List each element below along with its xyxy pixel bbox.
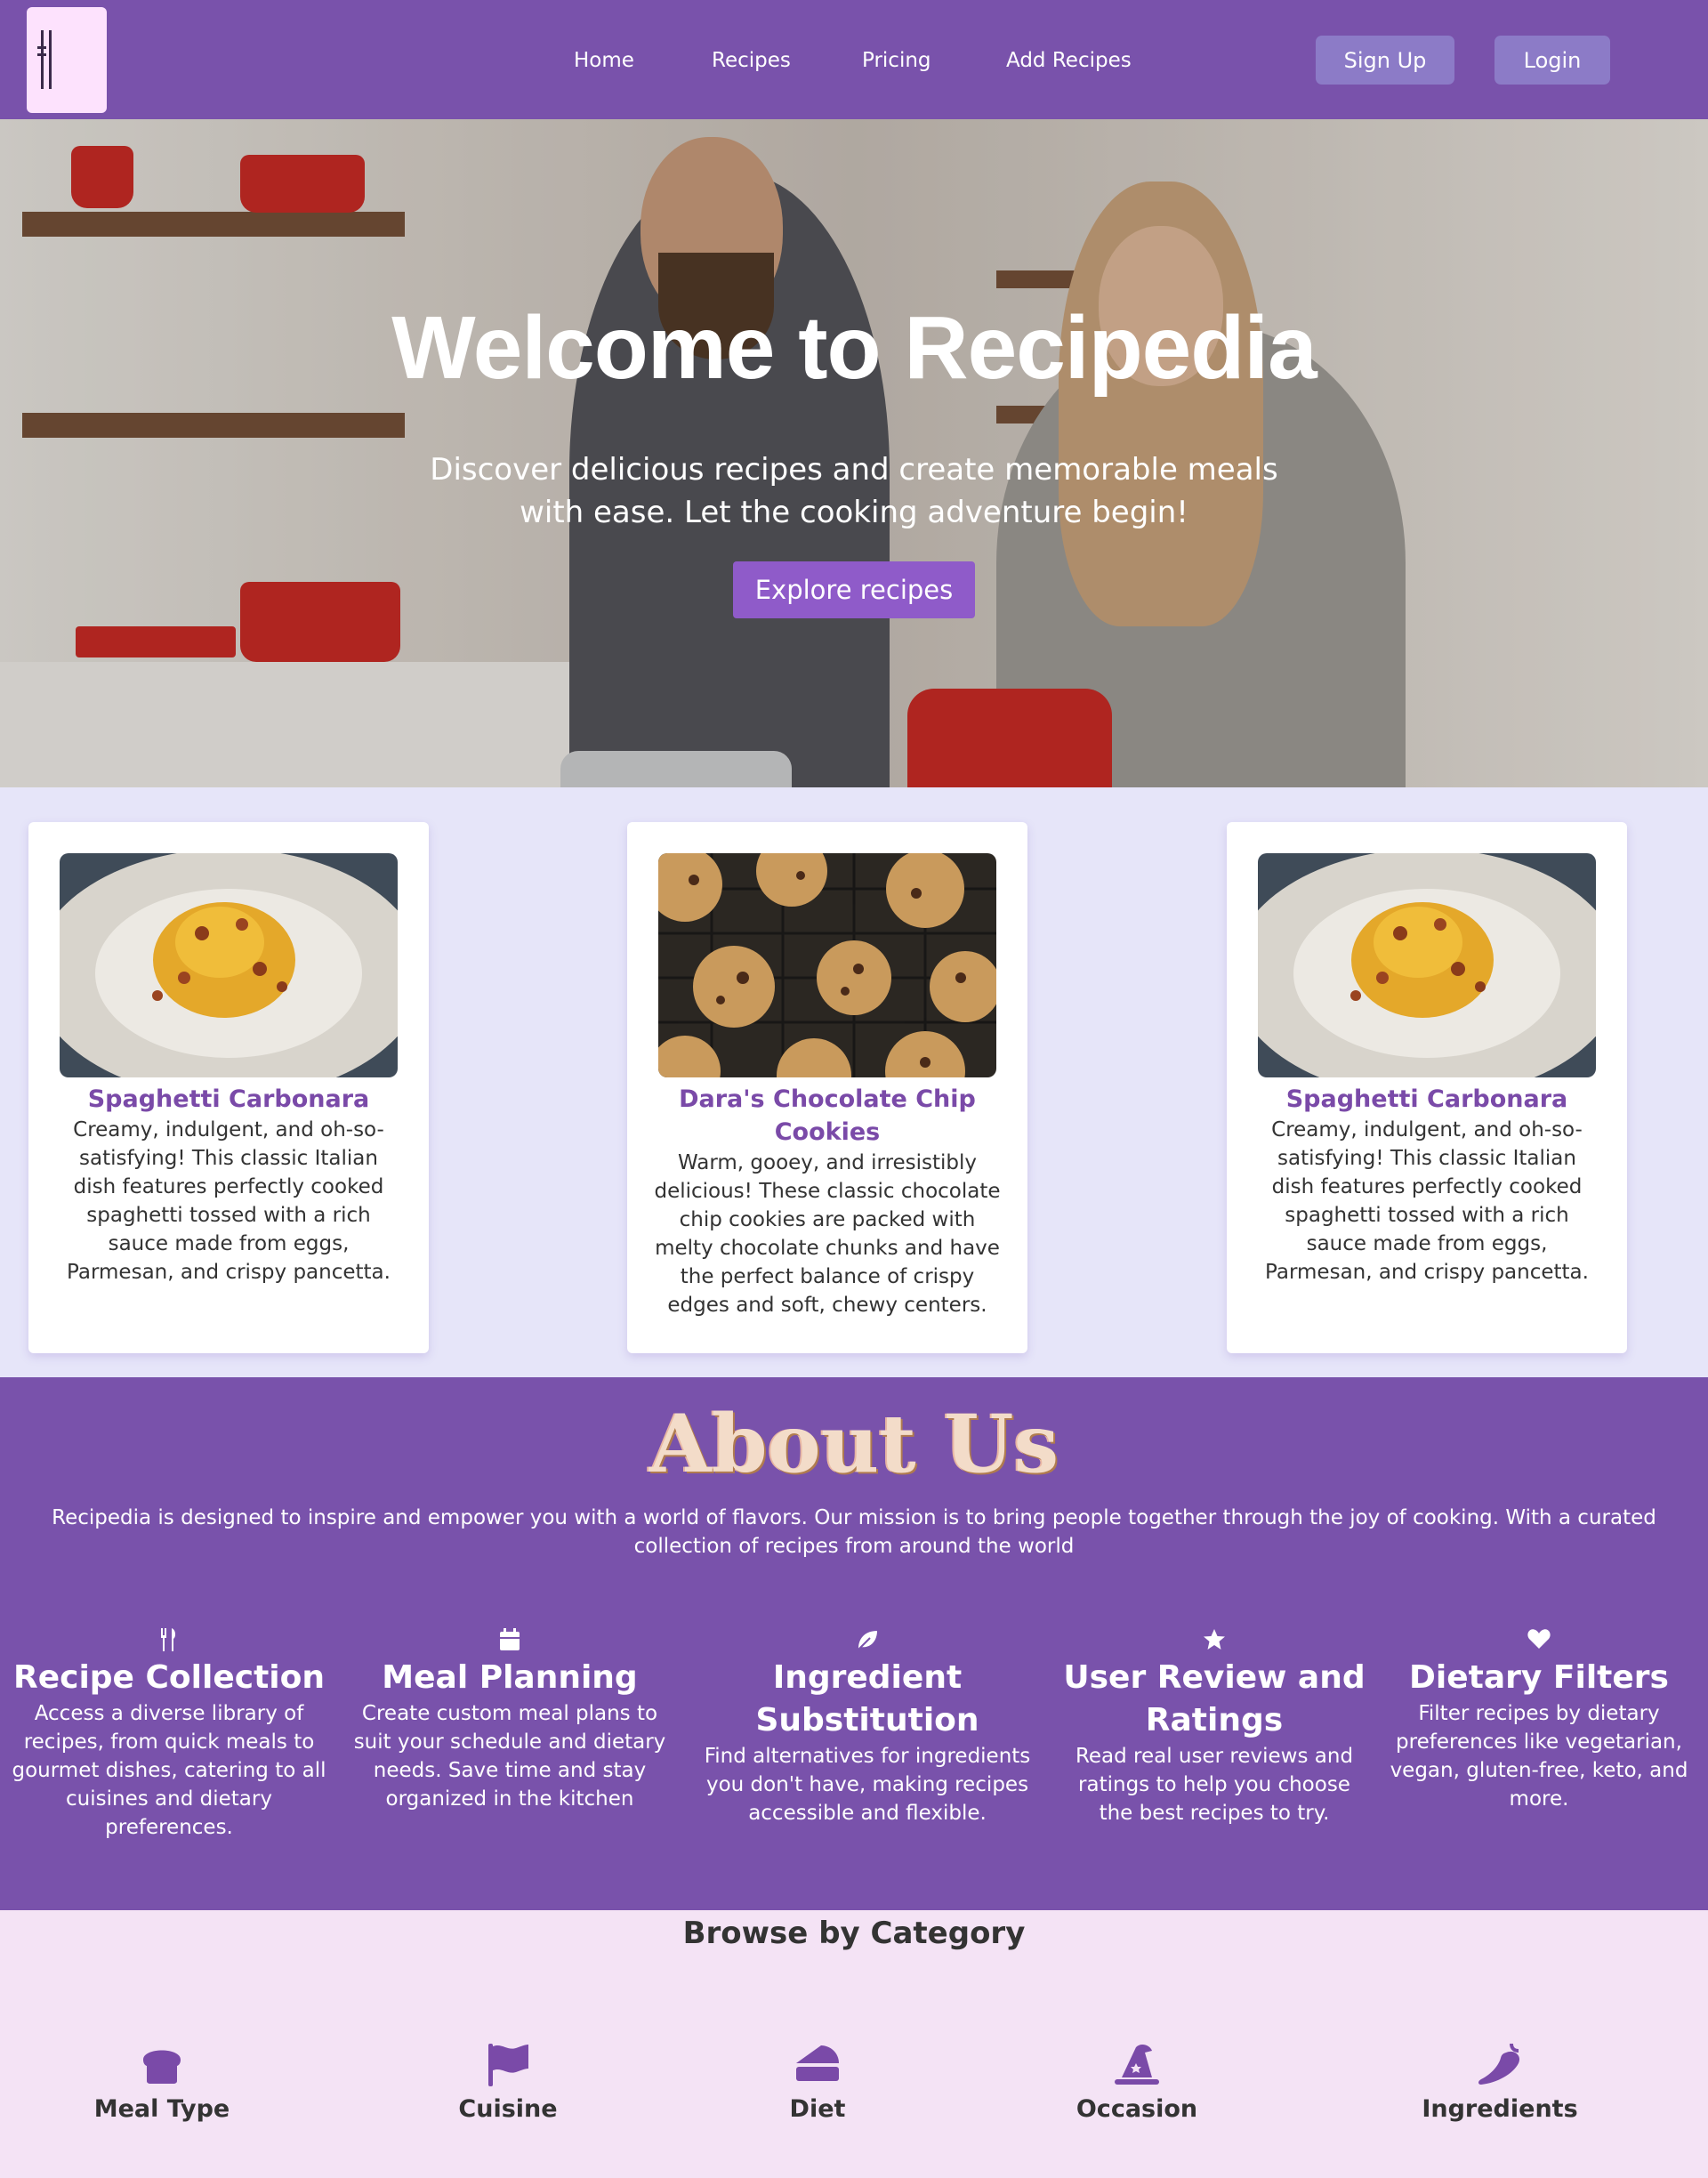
browse-section: Browse by Category Meal Type Cuisine Die… [0, 1910, 1708, 2178]
calendar-icon [350, 1628, 670, 1655]
bread-icon [55, 2042, 269, 2086]
feature-title: Dietary Filters [1409, 1659, 1669, 1696]
recipe-image[interactable] [658, 853, 996, 1077]
feature-user-reviews: User Review and Ratings Read real user r… [1063, 1628, 1366, 1827]
chopsticks-icon [37, 30, 52, 89]
star-icon [1063, 1628, 1366, 1655]
about-text: Recipedia is designed to inspire and emp… [52, 1506, 1656, 1558]
category-label[interactable]: Ingredients [1393, 2095, 1607, 2123]
featured-recipes: Spaghetti Carbonara Creamy, indulgent, a… [0, 787, 1708, 1377]
feature-description: Access a diverse library of recipes, fro… [12, 1702, 326, 1839]
leaf-icon [685, 1628, 1050, 1655]
about-title: About Us [649, 1397, 1059, 1491]
feature-title: User Review and Ratings [1063, 1659, 1366, 1738]
feature-recipe-collection: Recipe Collection Access a diverse libra… [0, 1628, 338, 1842]
navbar: Home Recipes Pricing Add Recipes Sign Up… [0, 0, 1708, 119]
hero-subtitle: Discover delicious recipes and create me… [430, 452, 1278, 530]
recipe-title[interactable]: Spaghetti Carbonara [1245, 1083, 1609, 1116]
browse-title: Browse by Category [682, 1916, 1026, 1951]
cake-slice-icon [711, 2042, 924, 2086]
signup-button[interactable]: Sign Up [1316, 36, 1454, 85]
recipe-description: Creamy, indulgent, and oh-so-satisfying!… [67, 1118, 391, 1284]
nav-recipes[interactable]: Recipes [712, 49, 791, 72]
category-diet[interactable]: Diet [711, 2042, 924, 2123]
logo[interactable] [27, 7, 107, 113]
category-label[interactable]: Occasion [1030, 2095, 1244, 2123]
feature-title: Meal Planning [382, 1659, 638, 1696]
category-occasion[interactable]: Occasion [1030, 2042, 1244, 2123]
recipe-image[interactable] [60, 853, 398, 1077]
nav-add-recipes[interactable]: Add Recipes [1006, 49, 1132, 72]
recipe-description: Warm, gooey, and irresistibly delicious!… [654, 1151, 1001, 1317]
category-label[interactable]: Diet [711, 2095, 924, 2123]
nav-pricing[interactable]: Pricing [862, 49, 931, 72]
feature-meal-planning: Meal Planning Create custom meal plans t… [350, 1628, 670, 1813]
hero-section: Welcome to Recipedia Discover delicious … [0, 119, 1708, 787]
wizard-hat-icon [1030, 2042, 1244, 2086]
recipe-card[interactable]: Spaghetti Carbonara Creamy, indulgent, a… [1227, 822, 1627, 1353]
category-meal-type[interactable]: Meal Type [55, 2042, 269, 2123]
feature-title: Recipe Collection [12, 1659, 326, 1696]
heart-icon [1379, 1628, 1699, 1655]
feature-ingredient-substitution: Ingredient Substitution Find alternative… [685, 1628, 1050, 1827]
recipe-card[interactable]: Spaghetti Carbonara Creamy, indulgent, a… [28, 822, 429, 1353]
feature-dietary-filters: Dietary Filters Filter recipes by dietar… [1379, 1628, 1699, 1813]
nav-home[interactable]: Home [574, 49, 634, 72]
utensils-icon [0, 1628, 338, 1655]
feature-description: Read real user reviews and ratings to he… [1075, 1745, 1354, 1825]
recipe-title[interactable]: Dara's Chocolate Chip Cookies [645, 1083, 1010, 1149]
hero-title: Welcome to Recipedia [391, 298, 1317, 398]
explore-recipes-button[interactable]: Explore recipes [733, 561, 975, 618]
category-ingredients[interactable]: Ingredients [1393, 2042, 1607, 2123]
category-label[interactable]: Meal Type [55, 2095, 269, 2123]
recipe-title[interactable]: Spaghetti Carbonara [46, 1083, 411, 1116]
category-label[interactable]: Cuisine [401, 2095, 615, 2123]
flag-icon [401, 2042, 615, 2086]
feature-title: Ingredient Substitution [755, 1659, 979, 1738]
feature-description: Filter recipes by dietary preferences li… [1390, 1702, 1688, 1811]
category-cuisine[interactable]: Cuisine [401, 2042, 615, 2123]
recipe-image[interactable] [1258, 853, 1596, 1077]
pepper-icon [1393, 2042, 1607, 2086]
feature-description: Create custom meal plans to suit your sc… [353, 1702, 666, 1811]
login-button[interactable]: Login [1494, 36, 1610, 85]
recipe-description: Creamy, indulgent, and oh-so-satisfying!… [1265, 1118, 1589, 1284]
about-section: About Us Recipedia is designed to inspir… [0, 1377, 1708, 1910]
feature-description: Find alternatives for ingredients you do… [704, 1745, 1031, 1825]
recipe-card[interactable]: Dara's Chocolate Chip Cookies Warm, gooe… [627, 822, 1027, 1353]
